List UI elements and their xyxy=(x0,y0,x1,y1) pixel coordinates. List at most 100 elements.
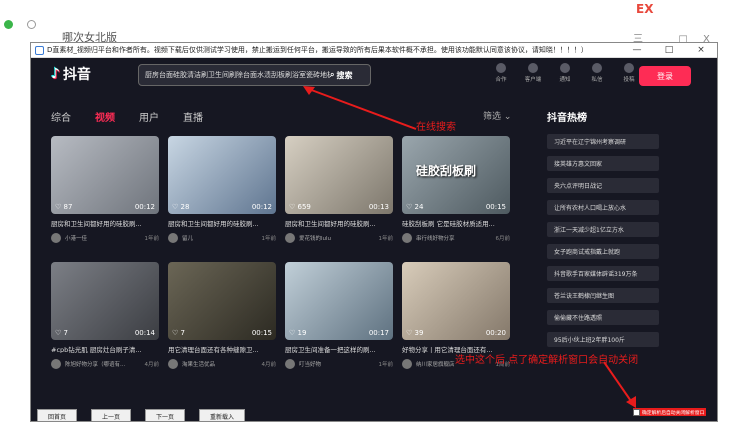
hot-item[interactable]: 习近平在辽宁锦州考察调研 xyxy=(547,134,659,149)
like-count: ♡ 659 xyxy=(289,203,311,211)
search-icon: ⌕ xyxy=(330,70,335,79)
video-title[interactable]: 厨房和卫生间都好用的硅胶刷... xyxy=(285,218,393,227)
video-card[interactable]: ♡ 19 00:17 厨房卫生间准备一把这样的刷... 叮当好物 1年前 xyxy=(285,262,393,369)
header-icon-cooperate[interactable]: 合作 xyxy=(489,63,513,83)
video-author[interactable]: 小港一佳 1年前 xyxy=(51,233,159,243)
hot-list: 习近平在辽宁锦州考察调研 接英雄方惠文回家 央六点评明日战记 让所有农村人口喝上… xyxy=(547,134,659,354)
hot-item[interactable]: 女子跑商试戒指戴上就跑 xyxy=(547,244,659,259)
tab-all[interactable]: 综合 xyxy=(51,109,71,124)
close-button[interactable]: × xyxy=(685,45,717,55)
video-thumbnail[interactable]: ♡ 28 00:12 xyxy=(168,136,276,214)
avatar xyxy=(168,233,178,243)
video-thumbnail[interactable]: ♡ 659 00:13 xyxy=(285,136,393,214)
hot-item[interactable]: 偷偷藏不住路透照 xyxy=(547,310,659,325)
like-count: ♡ 7 xyxy=(172,329,185,337)
video-title[interactable]: 硅胶刮板刷 它是硅胶材质适用... xyxy=(402,218,510,227)
video-card[interactable]: ♡ 28 00:12 厨房和卫生间都好用的硅胶刷... 留儿 1年前 xyxy=(168,136,276,243)
like-count: ♡ 39 xyxy=(406,329,424,337)
header-icon-notification[interactable]: 通知 xyxy=(553,63,577,83)
hot-item[interactable]: 95后小伙上班2年胖100斤 xyxy=(547,332,659,347)
video-card[interactable]: ♡ 87 00:12 厨房和卫生间都好用的硅胶刷... 小港一佳 1年前 xyxy=(51,136,159,243)
video-author[interactable]: 淘果生活优品 4月前 xyxy=(168,359,276,369)
video-card[interactable]: 硅胶刮板刷 ♡ 24 00:15 硅胶刮板刷 它是硅胶材质适用... 串行线好物… xyxy=(402,136,510,243)
feedback-icon[interactable] xyxy=(717,399,718,413)
hot-item[interactable]: 让所有农村人口喝上放心水 xyxy=(547,200,659,215)
video-title[interactable]: 好物分享 | 用它清理台面还有... xyxy=(402,344,510,353)
video-author[interactable]: 叮当好物 1年前 xyxy=(285,359,393,369)
like-count: ♡ 19 xyxy=(289,329,307,337)
hot-list-title: 抖音热榜 xyxy=(547,113,587,124)
minimize-button[interactable]: — xyxy=(621,45,653,55)
douyin-logo[interactable]: ♪ 抖音 xyxy=(51,64,91,84)
avatar xyxy=(285,359,295,369)
hot-item[interactable]: 接英雄方惠文回家 xyxy=(547,156,659,171)
video-card[interactable]: ♡ 39 00:20 好物分享 | 用它清理台面还有... 纳川家居旗舰店 1周前 xyxy=(402,262,510,369)
app-icon xyxy=(35,45,44,55)
tab-video[interactable]: 视频 xyxy=(95,109,115,124)
video-title[interactable]: #cpb钻光肌 厨房灶台刷子清... xyxy=(51,344,159,353)
hot-item[interactable]: 浙江一天减少超1亿立方水 xyxy=(547,222,659,237)
login-button[interactable]: 登录 xyxy=(639,66,691,86)
video-author[interactable]: 串行线好物分享 6月前 xyxy=(402,233,510,243)
checkbox-box[interactable] xyxy=(633,408,640,416)
avatar xyxy=(285,233,295,243)
video-thumbnail[interactable]: 硅胶刮板刷 ♡ 24 00:15 xyxy=(402,136,510,214)
prev-page-button[interactable]: 上一页 xyxy=(91,409,132,421)
like-count: ♡ 28 xyxy=(172,203,190,211)
window-title: D直素材_视频归平台和作者所有。视频下载后仅供测试学习使用，禁止搬运到任何平台，… xyxy=(47,46,588,54)
video-duration: 00:12 xyxy=(251,203,272,211)
tab-user[interactable]: 用户 xyxy=(139,109,159,124)
next-page-button[interactable]: 下一页 xyxy=(145,409,186,421)
video-author[interactable]: 留儿 1年前 xyxy=(168,233,276,243)
like-count: ♡ 24 xyxy=(406,203,424,211)
hot-item[interactable]: 央六点评明日战记 xyxy=(547,178,659,193)
avatar xyxy=(51,359,61,369)
filter-button[interactable]: 筛选 ⌄ xyxy=(483,109,511,122)
video-thumbnail[interactable]: ♡ 39 00:20 xyxy=(402,262,510,340)
status-dot-icon xyxy=(4,19,13,29)
annotation-search: 在线搜索 xyxy=(416,122,456,133)
video-title[interactable]: 厨房卫生间准备一把这样的刷... xyxy=(285,344,393,353)
upload-icon xyxy=(624,63,634,73)
message-icon xyxy=(592,63,602,73)
video-duration: 00:15 xyxy=(485,203,506,211)
undo-icon[interactable] xyxy=(27,19,36,29)
avatar xyxy=(402,359,412,369)
video-title[interactable]: 厨房和卫生间都好用的硅胶刷... xyxy=(51,218,159,227)
header-icon-message[interactable]: 私信 xyxy=(585,63,609,83)
video-thumbnail[interactable]: ♡ 87 00:12 xyxy=(51,136,159,214)
video-thumbnail[interactable]: ♡ 7 00:14 xyxy=(51,262,159,340)
maximize-button[interactable]: □ xyxy=(653,45,685,55)
reload-button[interactable]: 重新载入 xyxy=(199,409,246,421)
cooperate-icon xyxy=(496,63,506,73)
video-duration: 00:17 xyxy=(368,329,389,337)
video-card[interactable]: ♡ 7 00:14 #cpb钻光肌 厨房灶台刷子清... 陈旭好物分享（哪谊有.… xyxy=(51,262,159,369)
video-title[interactable]: 用它清理台面还有各种缝隙卫... xyxy=(168,344,276,353)
hot-item[interactable]: 苍兰诀王鹤棣闫继生图 xyxy=(547,288,659,303)
video-card[interactable]: ♡ 659 00:13 厨房和卫生间都好用的硅胶刷... 爱花钱的lulu 1年前 xyxy=(285,136,393,243)
header-icons: 合作 客户端 通知 私信 投稿 xyxy=(489,63,641,83)
video-duration: 00:15 xyxy=(251,329,272,337)
video-author[interactable]: 爱花钱的lulu 1年前 xyxy=(285,233,393,243)
search-button-label: 搜索 xyxy=(336,70,353,80)
header-icon-client[interactable]: 客户端 xyxy=(521,63,545,83)
video-card[interactable]: ♡ 7 00:15 用它清理台面还有各种缝隙卫... 淘果生活优品 4月前 xyxy=(168,262,276,369)
like-count: ♡ 7 xyxy=(55,329,68,337)
annotation-arrow-bottom xyxy=(603,361,636,408)
tab-live[interactable]: 直播 xyxy=(183,109,203,124)
video-thumbnail[interactable]: ♡ 19 00:17 xyxy=(285,262,393,340)
hot-item[interactable]: 抖音歌手百家媒体辟谣319万条 xyxy=(547,266,659,281)
auto-close-checkbox[interactable]: 确定解析后自动关闭解析窗口 xyxy=(633,408,707,416)
douyin-note-icon: ♪ xyxy=(51,66,60,82)
logo-text: 抖音 xyxy=(62,67,91,83)
home-button[interactable]: 回首页 xyxy=(37,409,78,421)
video-title[interactable]: 厨房和卫生间都好用的硅胶刷... xyxy=(168,218,276,227)
thumbnail-overlay-text: 硅胶刮板刷 xyxy=(416,164,477,178)
annotation-arrow xyxy=(303,86,417,130)
search-button[interactable]: ⌕ 搜索 xyxy=(330,70,370,81)
video-author[interactable]: 陈旭好物分享（哪谊有... 4月前 xyxy=(51,359,159,369)
checkbox-label: 确定解析后自动关闭解析窗口 xyxy=(642,410,705,416)
search-input[interactable]: 厨房台面硅胶清洁刷卫生间刷除台面水渍刮板刷浴室瓷砖地板刷 xyxy=(139,70,330,80)
header-icon-upload[interactable]: 投稿 xyxy=(617,63,641,83)
video-thumbnail[interactable]: ♡ 7 00:15 xyxy=(168,262,276,340)
